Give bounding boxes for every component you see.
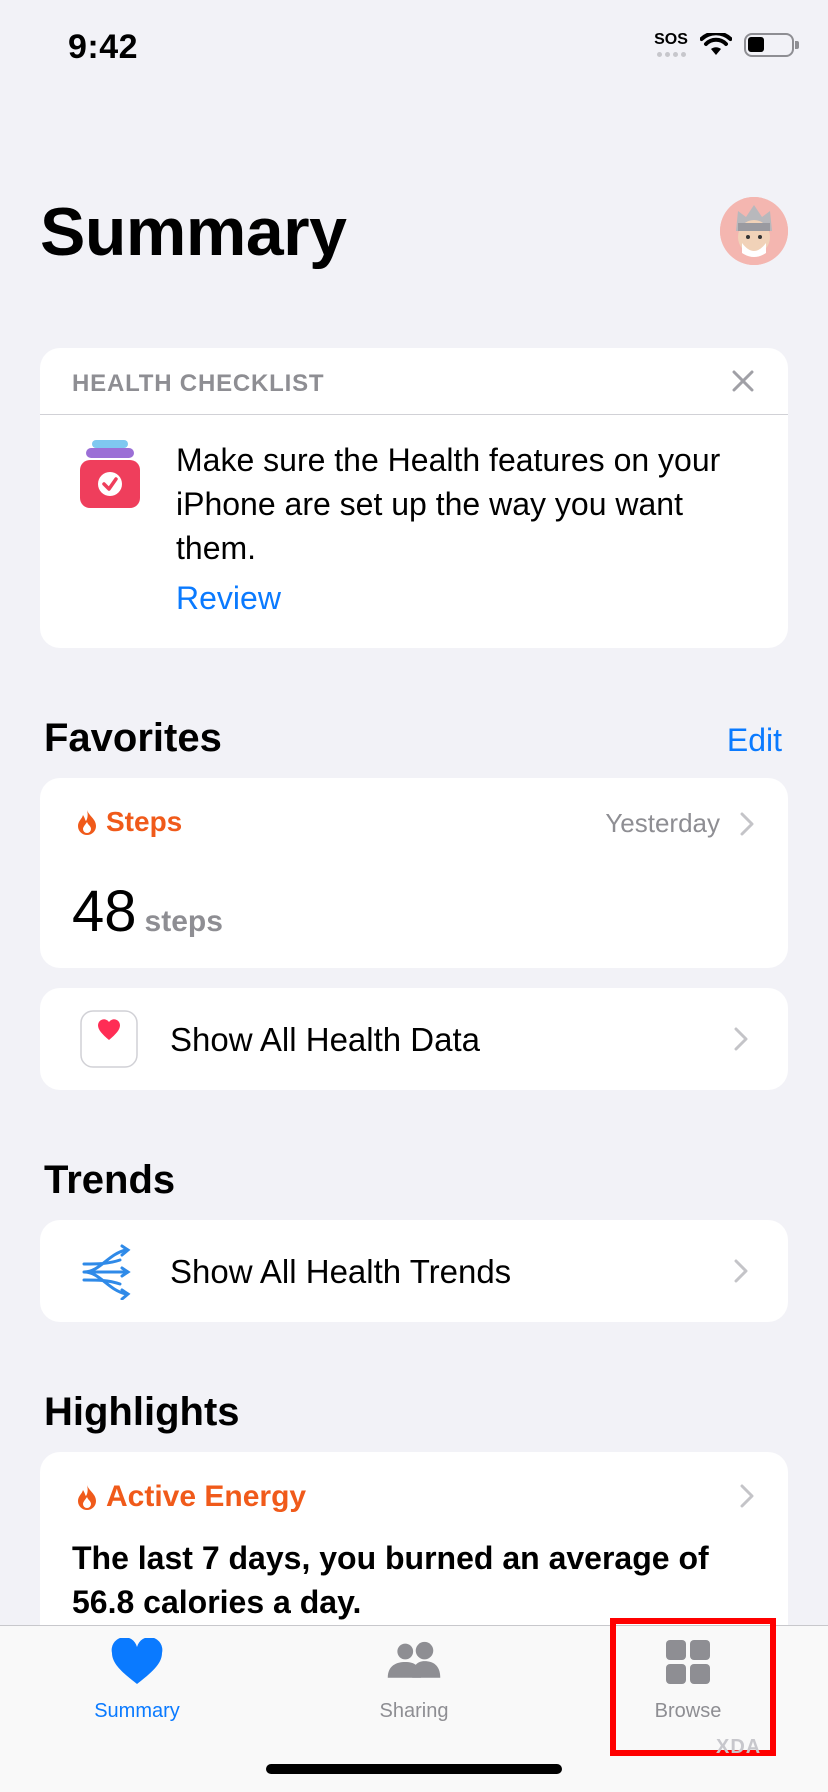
steps-card[interactable]: Steps Yesterday 48 steps <box>40 778 788 968</box>
checklist-heading: HEALTH CHECKLIST <box>72 370 325 397</box>
sos-indicator: SOS <box>654 32 688 57</box>
watermark-logo: XDA <box>716 1736 762 1758</box>
people-icon <box>387 1641 441 1678</box>
home-indicator[interactable] <box>266 1764 562 1774</box>
heart-app-icon <box>80 1010 138 1068</box>
steps-unit: steps <box>144 905 223 938</box>
tab-sharing-label: Sharing <box>379 1700 449 1722</box>
tab-summary[interactable]: Summary <box>57 1638 217 1723</box>
status-time: 9:42 <box>68 28 139 66</box>
show-all-health-data-label: Show All Health Data <box>170 1021 481 1058</box>
steps-date: Yesterday <box>605 808 720 838</box>
steps-header: Steps <box>76 806 182 838</box>
chevron-right-icon <box>740 812 754 836</box>
checklist-message: Make sure the Health features on your iP… <box>176 442 721 566</box>
tab-summary-label: Summary <box>94 1700 180 1722</box>
profile-avatar[interactable] <box>720 197 788 265</box>
checklist-icon <box>80 440 140 508</box>
battery-icon <box>744 32 799 57</box>
highlights-title: Highlights <box>44 1390 240 1434</box>
edit-button[interactable]: Edit <box>727 722 782 759</box>
chevron-right-icon <box>740 1484 754 1508</box>
active-energy-label: Active Energy <box>106 1480 307 1513</box>
steps-count: 48 <box>72 879 137 944</box>
heart-icon <box>111 1638 163 1684</box>
show-all-health-data-row[interactable]: Show All Health Data <box>40 988 788 1090</box>
chevron-right-icon <box>734 1259 748 1283</box>
divider <box>40 414 788 415</box>
trends-icon <box>82 1244 131 1300</box>
memoji-icon <box>720 197 788 265</box>
wifi-icon <box>700 32 732 55</box>
health-checklist-card: HEALTH CHECKLIST Make sure the Health fe… <box>40 348 788 648</box>
show-all-health-trends-row[interactable]: Show All Health Trends <box>40 1220 788 1322</box>
status-icons: SOS <box>654 32 799 57</box>
flame-icon <box>78 810 96 835</box>
favorites-title: Favorites <box>44 716 222 760</box>
page-title: Summary <box>40 194 347 270</box>
tab-sharing[interactable]: Sharing <box>334 1638 494 1723</box>
steps-label: Steps <box>106 806 183 837</box>
signal-dots <box>654 52 688 57</box>
close-icon[interactable] <box>728 366 758 396</box>
chevron-right-icon <box>734 1027 748 1051</box>
review-link[interactable]: Review <box>176 580 281 617</box>
show-all-health-trends-label: Show All Health Trends <box>170 1253 512 1290</box>
sos-label: SOS <box>654 31 688 48</box>
trends-title: Trends <box>44 1158 176 1202</box>
active-energy-summary: The last 7 days, you burned an average o… <box>72 1540 709 1620</box>
steps-value: 48 steps <box>72 878 223 945</box>
active-energy-header: Active Energy <box>76 1480 306 1514</box>
flame-icon <box>78 1485 96 1510</box>
